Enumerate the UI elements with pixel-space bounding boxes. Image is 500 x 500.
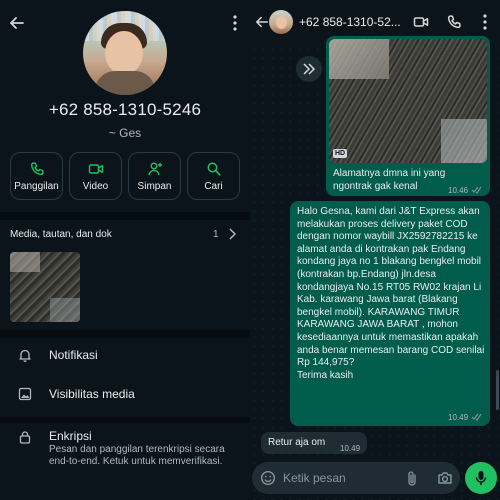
search-icon bbox=[206, 161, 222, 177]
outgoing-message-text: Halo Gesna, kami dari J&T Express akan m… bbox=[297, 206, 485, 381]
double-check-icon bbox=[471, 413, 483, 421]
lock-icon bbox=[18, 430, 32, 444]
call-button-label: Panggilan bbox=[14, 180, 59, 192]
section-divider bbox=[0, 330, 250, 338]
message-input[interactable]: Ketik pesan bbox=[283, 471, 346, 485]
section-divider bbox=[0, 212, 250, 220]
more-options-icon[interactable] bbox=[480, 13, 490, 31]
media-visibility-label: Visibilitas media bbox=[49, 387, 135, 401]
phone-icon bbox=[29, 161, 45, 177]
section-divider bbox=[0, 417, 250, 423]
incoming-message-text: Retur aja om bbox=[268, 437, 326, 448]
microphone-icon bbox=[474, 470, 488, 486]
bell-icon bbox=[18, 348, 32, 362]
media-thumbnail[interactable] bbox=[10, 252, 80, 322]
encryption-row[interactable]: Enkripsi Pesan dan panggilan terenkripsi… bbox=[0, 428, 250, 488]
video-call-icon[interactable] bbox=[413, 14, 429, 30]
chat-header-title[interactable]: +62 858-1310-52... bbox=[299, 15, 401, 29]
emoji-icon[interactable] bbox=[260, 470, 276, 486]
search-button[interactable]: Cari bbox=[187, 152, 240, 200]
media-section-title: Media, tautan, dan dok bbox=[10, 229, 112, 240]
image-message-time: 10.46 bbox=[448, 186, 469, 195]
image-icon bbox=[18, 387, 32, 401]
back-arrow-icon[interactable] bbox=[254, 12, 270, 32]
save-contact-button-label: Simpan bbox=[137, 180, 172, 192]
video-icon bbox=[88, 161, 104, 177]
video-button-label: Video bbox=[82, 180, 109, 192]
double-check-icon bbox=[471, 186, 483, 194]
encryption-description: Pesan dan panggilan terenkripsi secara e… bbox=[49, 444, 225, 467]
outgoing-message-time: 10.49 bbox=[448, 413, 469, 422]
forward-icon bbox=[302, 63, 316, 75]
contact-avatar[interactable] bbox=[83, 11, 167, 95]
voice-call-icon[interactable] bbox=[446, 14, 462, 30]
search-button-label: Cari bbox=[204, 180, 223, 192]
video-button[interactable]: Video bbox=[69, 152, 122, 200]
incoming-message-time: 10.49 bbox=[340, 444, 361, 453]
forward-button[interactable] bbox=[296, 56, 322, 82]
add-person-icon bbox=[147, 161, 163, 177]
call-button[interactable]: Panggilan bbox=[10, 152, 63, 200]
message-photo[interactable] bbox=[329, 39, 487, 163]
contact-info-panel: +62 858-1310-5246 ~ Ges Panggilan Video … bbox=[0, 0, 250, 500]
contact-phone-number: +62 858-1310-5246 bbox=[48, 100, 202, 119]
notifications-label: Notifikasi bbox=[49, 348, 98, 362]
contact-actions: Panggilan Video Simpan Cari bbox=[10, 152, 240, 202]
notifications-row[interactable]: Notifikasi bbox=[0, 340, 250, 370]
encryption-label: Enkripsi bbox=[49, 429, 92, 443]
voice-record-button[interactable] bbox=[465, 462, 497, 494]
camera-icon[interactable] bbox=[437, 470, 453, 486]
chevron-right-icon bbox=[228, 228, 236, 240]
attach-icon[interactable] bbox=[405, 470, 419, 486]
back-arrow-icon[interactable] bbox=[6, 12, 28, 34]
hd-badge: HD bbox=[333, 149, 348, 158]
chat-scrollbar[interactable] bbox=[496, 370, 499, 410]
save-contact-button[interactable]: Simpan bbox=[128, 152, 181, 200]
media-count: 1 bbox=[213, 229, 219, 240]
more-options-icon[interactable] bbox=[228, 12, 242, 34]
media-visibility-row[interactable]: Visibilitas media bbox=[0, 379, 250, 409]
contact-display-name: ~ Ges bbox=[108, 126, 142, 140]
chat-avatar[interactable] bbox=[269, 10, 293, 34]
